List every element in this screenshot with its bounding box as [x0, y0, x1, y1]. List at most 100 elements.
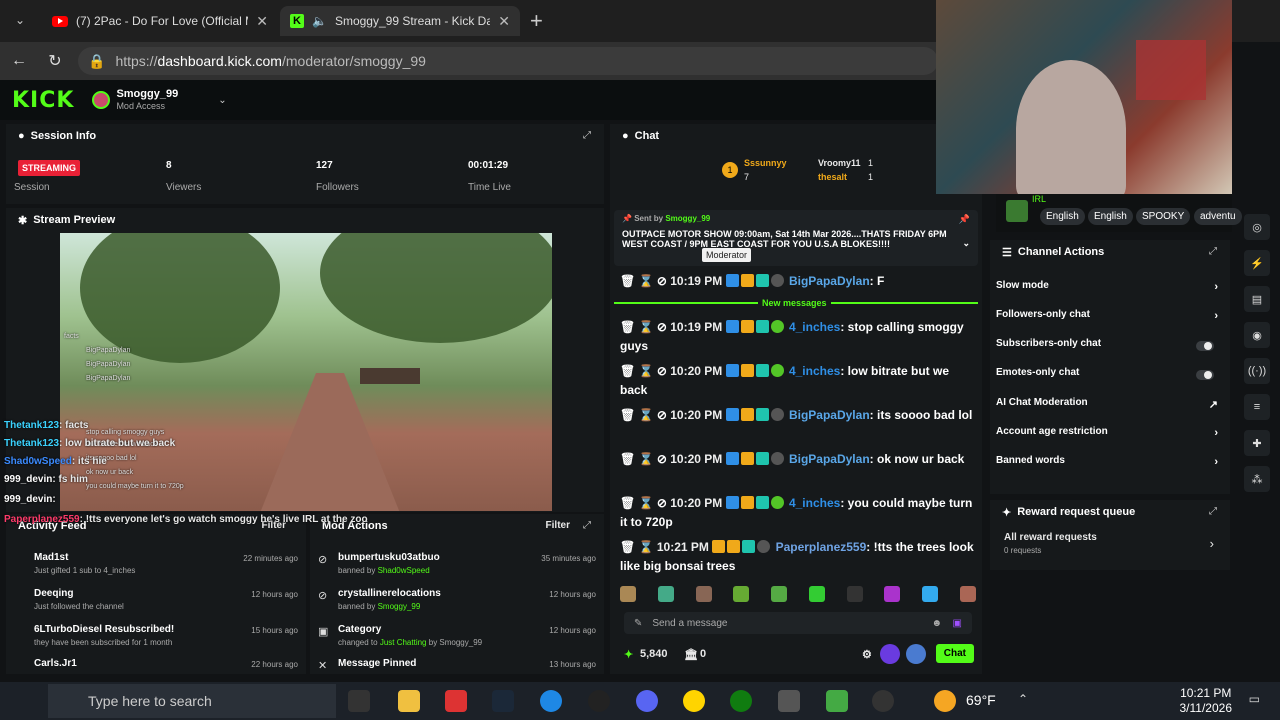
- app-icon[interactable]: [826, 690, 848, 712]
- message-actions[interactable]: 🗑 ⌛ ⊘: [620, 274, 670, 288]
- 7tv-icon[interactable]: [880, 644, 900, 664]
- browser-tab-kick[interactable]: K 🔈 Smoggy_99 Stream - Kick Das ✕: [280, 6, 520, 36]
- app-icon[interactable]: [778, 690, 800, 712]
- leaderboard-name[interactable]: thesalt: [818, 172, 847, 182]
- stream-tag[interactable]: English: [1040, 208, 1085, 225]
- chevron-down-icon[interactable]: ⌄: [218, 95, 226, 106]
- emote-icon[interactable]: [771, 586, 788, 602]
- message-actions[interactable]: 🗑 ⌛ ⊘: [620, 320, 670, 334]
- message-actions[interactable]: 🗑 ⌛ ⊘: [620, 496, 670, 510]
- action-subscribers-only[interactable]: Subscribers-only chat: [996, 338, 1222, 356]
- list-icon[interactable]: ≡: [1244, 394, 1270, 420]
- tray-chevron-icon[interactable]: ⌃: [1018, 692, 1028, 706]
- gift-count[interactable]: 0: [700, 648, 706, 660]
- action-account-age[interactable]: Account age restriction ›: [996, 426, 1222, 444]
- app-icon[interactable]: [445, 690, 467, 712]
- activity-user[interactable]: 6LTurboDiesel Resubscribed!: [34, 624, 174, 635]
- emote-icon[interactable]: [657, 586, 674, 602]
- message-actions[interactable]: 🗑 ⌛ ⊘: [620, 408, 670, 422]
- channel-points[interactable]: 5,840: [640, 648, 668, 660]
- emote-icon[interactable]: [808, 586, 825, 602]
- stream-tag[interactable]: SPOOKY: [1136, 208, 1191, 225]
- action-slow-mode[interactable]: Slow mode ›: [996, 280, 1222, 298]
- stream-tag[interactable]: adventu: [1194, 208, 1242, 225]
- send-chat-button[interactable]: Chat: [935, 644, 974, 663]
- steam-icon[interactable]: [492, 690, 514, 712]
- action-banned-words[interactable]: Banned words ›: [996, 455, 1222, 473]
- action-followers-only[interactable]: Followers-only chat ›: [996, 309, 1222, 327]
- task-view-icon[interactable]: [348, 690, 370, 712]
- message-username[interactable]: BigPapaDylan: [789, 408, 870, 422]
- activity-user[interactable]: Carls.Jr1: [34, 658, 77, 669]
- document-icon[interactable]: ▤: [1244, 286, 1270, 312]
- back-arrow-icon[interactable]: ←: [8, 50, 30, 72]
- edge-icon[interactable]: [540, 690, 562, 712]
- close-tab-icon[interactable]: ✕: [498, 13, 510, 30]
- activity-filter-button[interactable]: Filter: [262, 520, 286, 531]
- app-icon[interactable]: [872, 690, 894, 712]
- reload-icon[interactable]: ↻: [44, 50, 66, 72]
- emoji-icon[interactable]: ☻: [931, 618, 942, 629]
- mod-action-user[interactable]: Message Pinned: [338, 658, 416, 669]
- emote-icon[interactable]: [695, 586, 712, 602]
- action-emotes-only[interactable]: Emotes-only chat: [996, 367, 1222, 385]
- mod-action-user[interactable]: crystallinerelocations: [338, 588, 441, 599]
- mod-filter-button[interactable]: Filter: [546, 520, 570, 531]
- pinned-message[interactable]: 📌 Sent by Smoggy_99 OUTPACE MOTOR SHOW 0…: [614, 210, 978, 266]
- wrench-icon[interactable]: ✚: [1244, 430, 1270, 456]
- mod-action-user[interactable]: bumpertusku03atbuo: [338, 552, 440, 563]
- chat-message[interactable]: 🗑 ⌛ ⊘ 10:20 PM BigPapaDylan: ok now ur b…: [620, 450, 978, 469]
- message-actions[interactable]: 🗑 ⌛ ⊘: [620, 452, 670, 466]
- mod-tool-icon[interactable]: ◎: [1244, 214, 1270, 240]
- avatar[interactable]: [92, 91, 111, 109]
- settings-icon[interactable]: ⚙: [862, 648, 872, 661]
- snapchat-icon[interactable]: [683, 690, 705, 712]
- file-explorer-icon[interactable]: [398, 690, 420, 712]
- expand-icon[interactable]: ⤢: [1209, 506, 1220, 517]
- lightning-icon[interactable]: ⚡: [1244, 250, 1270, 276]
- activity-user[interactable]: Mad1st: [34, 552, 68, 563]
- message-username[interactable]: 4_inches: [789, 364, 840, 378]
- chat-message[interactable]: 🗑 ⌛ ⊘ 10:19 PM BigPapaDylan: F: [620, 272, 978, 291]
- new-messages-label[interactable]: New messages: [758, 298, 831, 308]
- emote-icon[interactable]: [733, 586, 750, 602]
- weather-temp[interactable]: 69°F: [966, 692, 996, 708]
- category-thumbnail[interactable]: [1006, 200, 1028, 222]
- stream-video[interactable]: facts BigPapaDylan BigPapaDylan BigPapaD…: [60, 233, 552, 511]
- taskbar-search[interactable]: Type here to search: [48, 684, 336, 718]
- leaderboard-name[interactable]: Sssunnyy: [744, 158, 787, 168]
- message-username[interactable]: 4_inches: [789, 320, 840, 334]
- message-actions[interactable]: 🗑 ⌛: [620, 540, 657, 554]
- system-clock[interactable]: 10:21 PM 3/11/2026: [1180, 686, 1233, 716]
- gif-icon[interactable]: [906, 644, 926, 664]
- chat-input[interactable]: ✎ Send a message ☻ ▣: [624, 612, 972, 634]
- kick-logo[interactable]: KICK: [12, 88, 74, 113]
- url-field[interactable]: 🔒 https://dashboard.kick.com/moderator/s…: [78, 47, 938, 75]
- unpin-icon[interactable]: 📌: [959, 214, 970, 225]
- action-ai-moderation[interactable]: AI Chat Moderation ↗: [996, 397, 1222, 415]
- chat-message[interactable]: 🗑 ⌛ ⊘ 10:20 PM 4_inches: you could maybe…: [620, 494, 978, 532]
- category-name[interactable]: IRL: [1032, 194, 1046, 204]
- expand-icon[interactable]: ⤢: [583, 130, 594, 141]
- expand-icon[interactable]: ⤢: [583, 520, 594, 531]
- close-tab-icon[interactable]: ✕: [256, 13, 268, 30]
- new-tab-button[interactable]: +: [530, 8, 543, 34]
- expand-icon[interactable]: ⤢: [1209, 246, 1220, 257]
- activity-user[interactable]: Deeqing: [34, 588, 73, 599]
- channel-switcher[interactable]: Smoggy_99 Mod Access: [116, 88, 178, 112]
- emote-icon[interactable]: [922, 586, 939, 602]
- sticker-icon[interactable]: ▣: [953, 618, 962, 629]
- chat-message[interactable]: 🗑 ⌛ 10:21 PM Paperplanez559: !tts the tr…: [620, 538, 978, 576]
- emote-icon[interactable]: [884, 586, 901, 602]
- discord-icon[interactable]: [636, 690, 658, 712]
- broadcast-icon[interactable]: ((·)): [1244, 358, 1270, 384]
- emote-icon[interactable]: [620, 586, 636, 602]
- chevron-right-icon[interactable]: ›: [1210, 536, 1214, 551]
- xbox-icon[interactable]: [730, 690, 752, 712]
- notification-icon[interactable]: ▭: [1249, 692, 1260, 706]
- stream-tag[interactable]: English: [1088, 208, 1133, 225]
- obs-icon[interactable]: [588, 690, 610, 712]
- emote-icon[interactable]: [846, 586, 863, 602]
- chat-bubble-icon[interactable]: ◉: [1244, 322, 1270, 348]
- chat-message[interactable]: 🗑 ⌛ ⊘ 10:19 PM 4_inches: stop calling sm…: [620, 318, 978, 356]
